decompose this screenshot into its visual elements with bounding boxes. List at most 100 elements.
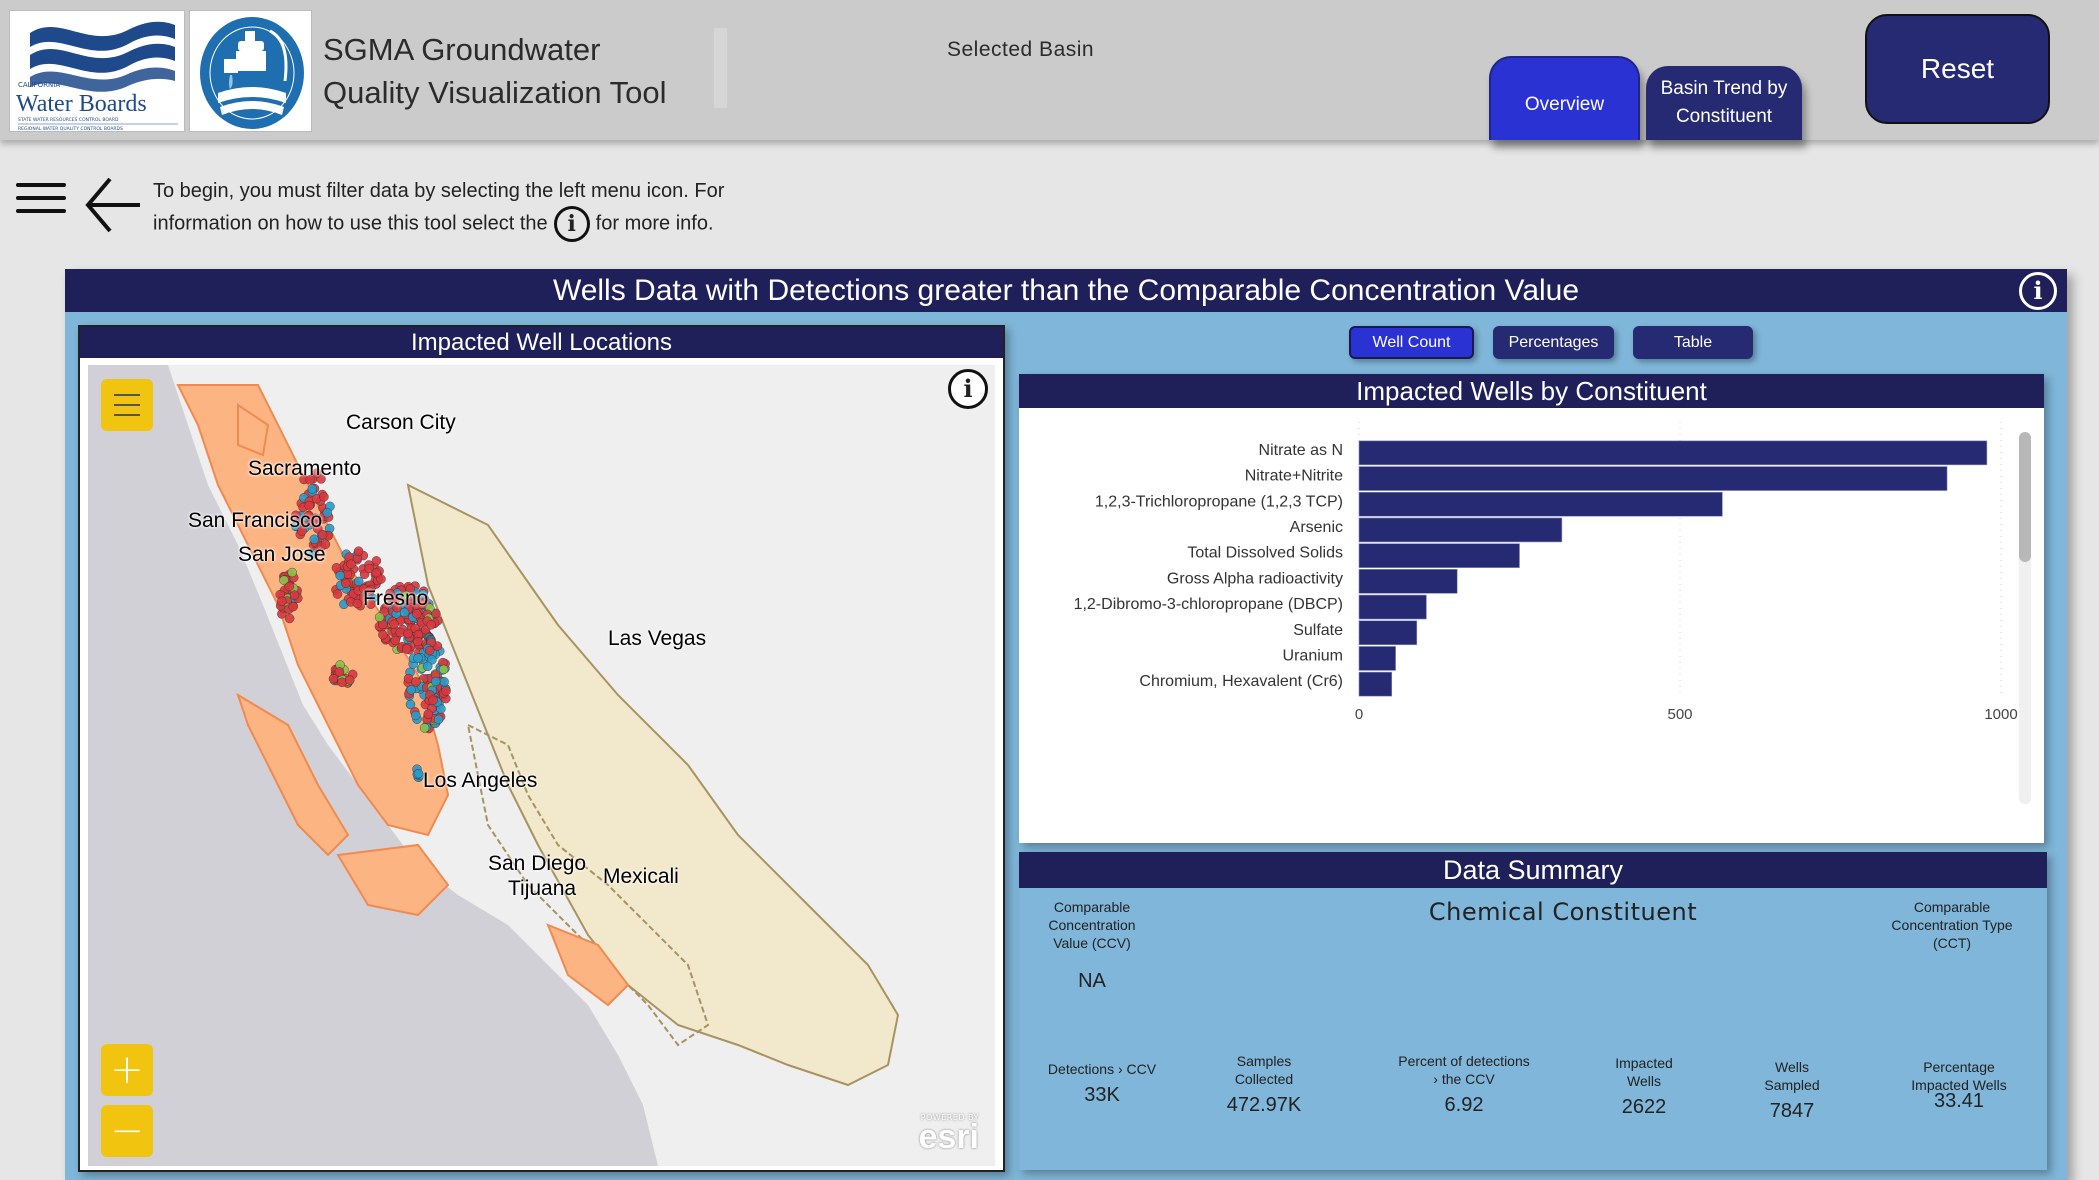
well-marker[interactable]: [307, 484, 318, 494]
reset-button[interactable]: Reset: [1865, 14, 2050, 124]
map-layers-menu-button[interactable]: [101, 379, 153, 431]
well-marker[interactable]: [378, 630, 388, 640]
svg-text:CALIFORNIA: CALIFORNIA: [18, 81, 60, 89]
bar[interactable]: [1358, 491, 1723, 517]
zoom-out-button[interactable]: −: [101, 1105, 153, 1157]
well-marker[interactable]: [428, 695, 438, 706]
bar[interactable]: [1358, 543, 1520, 568]
svg-text:Water Boards: Water Boards: [16, 91, 147, 117]
well-marker[interactable]: [341, 578, 351, 589]
well-marker[interactable]: [371, 567, 382, 578]
bar[interactable]: [1358, 594, 1427, 620]
well-marker[interactable]: [374, 612, 385, 622]
well-marker[interactable]: [413, 653, 423, 663]
well-marker[interactable]: [426, 620, 436, 630]
well-marker[interactable]: [403, 628, 413, 639]
well-marker[interactable]: [422, 661, 433, 672]
esri-attribution: POWERED BY esri: [918, 1113, 980, 1156]
well-marker[interactable]: [289, 590, 300, 600]
well-marker[interactable]: [334, 667, 345, 677]
city-label-carson-city: Carson City: [346, 411, 456, 434]
well-count-button[interactable]: Well Count: [1349, 326, 1474, 359]
bar[interactable]: [1358, 569, 1458, 594]
city-label-las-vegas: Las Vegas: [608, 627, 706, 650]
bar[interactable]: [1358, 440, 1988, 466]
well-marker[interactable]: [284, 581, 294, 592]
well-marker[interactable]: [335, 570, 345, 581]
well-marker[interactable]: [413, 636, 423, 647]
well-marker[interactable]: [277, 596, 287, 607]
well-marker[interactable]: [401, 644, 412, 654]
water-faucet-icon: [200, 17, 304, 129]
well-marker[interactable]: [439, 676, 449, 687]
well-marker[interactable]: [441, 686, 451, 696]
well-marker[interactable]: [353, 576, 364, 587]
well-marker[interactable]: [419, 723, 430, 733]
metric-label-samples-collected: Samples Collected: [1234, 1053, 1294, 1087]
city-label-san-diego: San Diego: [488, 852, 586, 875]
well-marker[interactable]: [288, 601, 298, 612]
well-marker[interactable]: [412, 609, 422, 619]
city-label-sacramento: Sacramento: [248, 457, 361, 480]
well-marker[interactable]: [424, 645, 435, 656]
y-category-label: Gross Alpha radioactivity: [1167, 570, 1343, 587]
tab-basin-trend-by-constituent[interactable]: Basin Trend by Constituent: [1646, 66, 1802, 140]
well-marker[interactable]: [438, 664, 449, 675]
well-marker[interactable]: [431, 676, 441, 687]
impacted-wells-chart-panel: Impacted Wells by Constituent 0 500 1000 Ni…: [1019, 374, 2044, 843]
y-category-label: Sulfate: [1293, 622, 1343, 639]
well-marker[interactable]: [411, 710, 421, 721]
well-marker[interactable]: [395, 627, 405, 638]
data-summary-panel: Data Summary Comparable Concentration Va…: [1019, 852, 2047, 1170]
zoom-in-button[interactable]: +: [101, 1044, 153, 1096]
well-marker[interactable]: [345, 675, 355, 685]
well-marker[interactable]: [353, 546, 364, 556]
bar[interactable]: [1358, 646, 1396, 671]
well-marker[interactable]: [322, 507, 333, 518]
well-marker[interactable]: [332, 589, 343, 599]
metric-value-samples-collected: 472.97K: [1226, 1094, 1302, 1116]
city-label-san-francisco: San Francisco: [188, 509, 322, 532]
tab-basin-label-line1: Basin Trend by: [1660, 78, 1788, 99]
bar[interactable]: [1358, 466, 1948, 491]
map-title: Impacted Well Locations: [80, 327, 1003, 358]
percentages-button[interactable]: Percentages: [1493, 326, 1614, 359]
city-label-los-angeles: Los Angeles: [423, 769, 537, 792]
wells-data-panel: Wells Data with Detections greater than …: [65, 269, 2067, 1180]
hamburger-menu-icon[interactable]: [16, 183, 66, 215]
city-label-fresno: Fresno: [363, 587, 428, 610]
california-basin-map[interactable]: Carson City Sacramento San Francisco San…: [88, 365, 995, 1166]
well-marker[interactable]: [406, 685, 416, 695]
well-marker[interactable]: [389, 619, 399, 630]
well-marker[interactable]: [411, 677, 421, 687]
map-panel: Impacted Well Locations Carson City Sacr…: [78, 325, 1005, 1172]
bar[interactable]: [1358, 671, 1393, 697]
well-marker[interactable]: [346, 559, 356, 569]
top-header-bar: CALIFORNIA Water Boards STATE WATER RESO…: [0, 0, 2099, 140]
x-tick-label: 1000: [1984, 706, 2017, 723]
tab-overview[interactable]: Overview: [1489, 56, 1640, 140]
bar[interactable]: [1358, 620, 1418, 646]
info-icon: i: [553, 206, 590, 242]
bar[interactable]: [1358, 517, 1563, 543]
well-marker[interactable]: [423, 709, 434, 719]
well-marker[interactable]: [287, 567, 297, 578]
summary-title: Data Summary: [1019, 852, 2047, 888]
well-marker[interactable]: [413, 768, 424, 779]
well-marker[interactable]: [352, 598, 363, 609]
well-marker[interactable]: [319, 492, 329, 502]
metric-value-wells-sampled: 7847: [1769, 1100, 1815, 1122]
map-info-icon[interactable]: i: [948, 369, 988, 409]
metric-label-impacted-wells: Impacted Wells: [1615, 1055, 1673, 1089]
well-marker[interactable]: [390, 635, 401, 646]
main-info-icon[interactable]: i: [2019, 272, 2057, 310]
metric-label-wells-sampled: Wells Sampled: [1764, 1059, 1820, 1093]
water-waves-icon: CALIFORNIA Water Boards STATE WATER RESO…: [16, 21, 178, 132]
map-canvas[interactable]: Carson City Sacramento San Francisco San…: [88, 365, 995, 1166]
city-label-san-jose: San Jose: [238, 543, 326, 566]
chart-scrollbar-thumb[interactable]: [2019, 432, 2031, 562]
well-marker[interactable]: [284, 613, 295, 624]
table-button[interactable]: Table: [1633, 326, 1753, 359]
well-marker[interactable]: [433, 714, 444, 725]
tab-overview-label: Overview: [1524, 94, 1605, 115]
